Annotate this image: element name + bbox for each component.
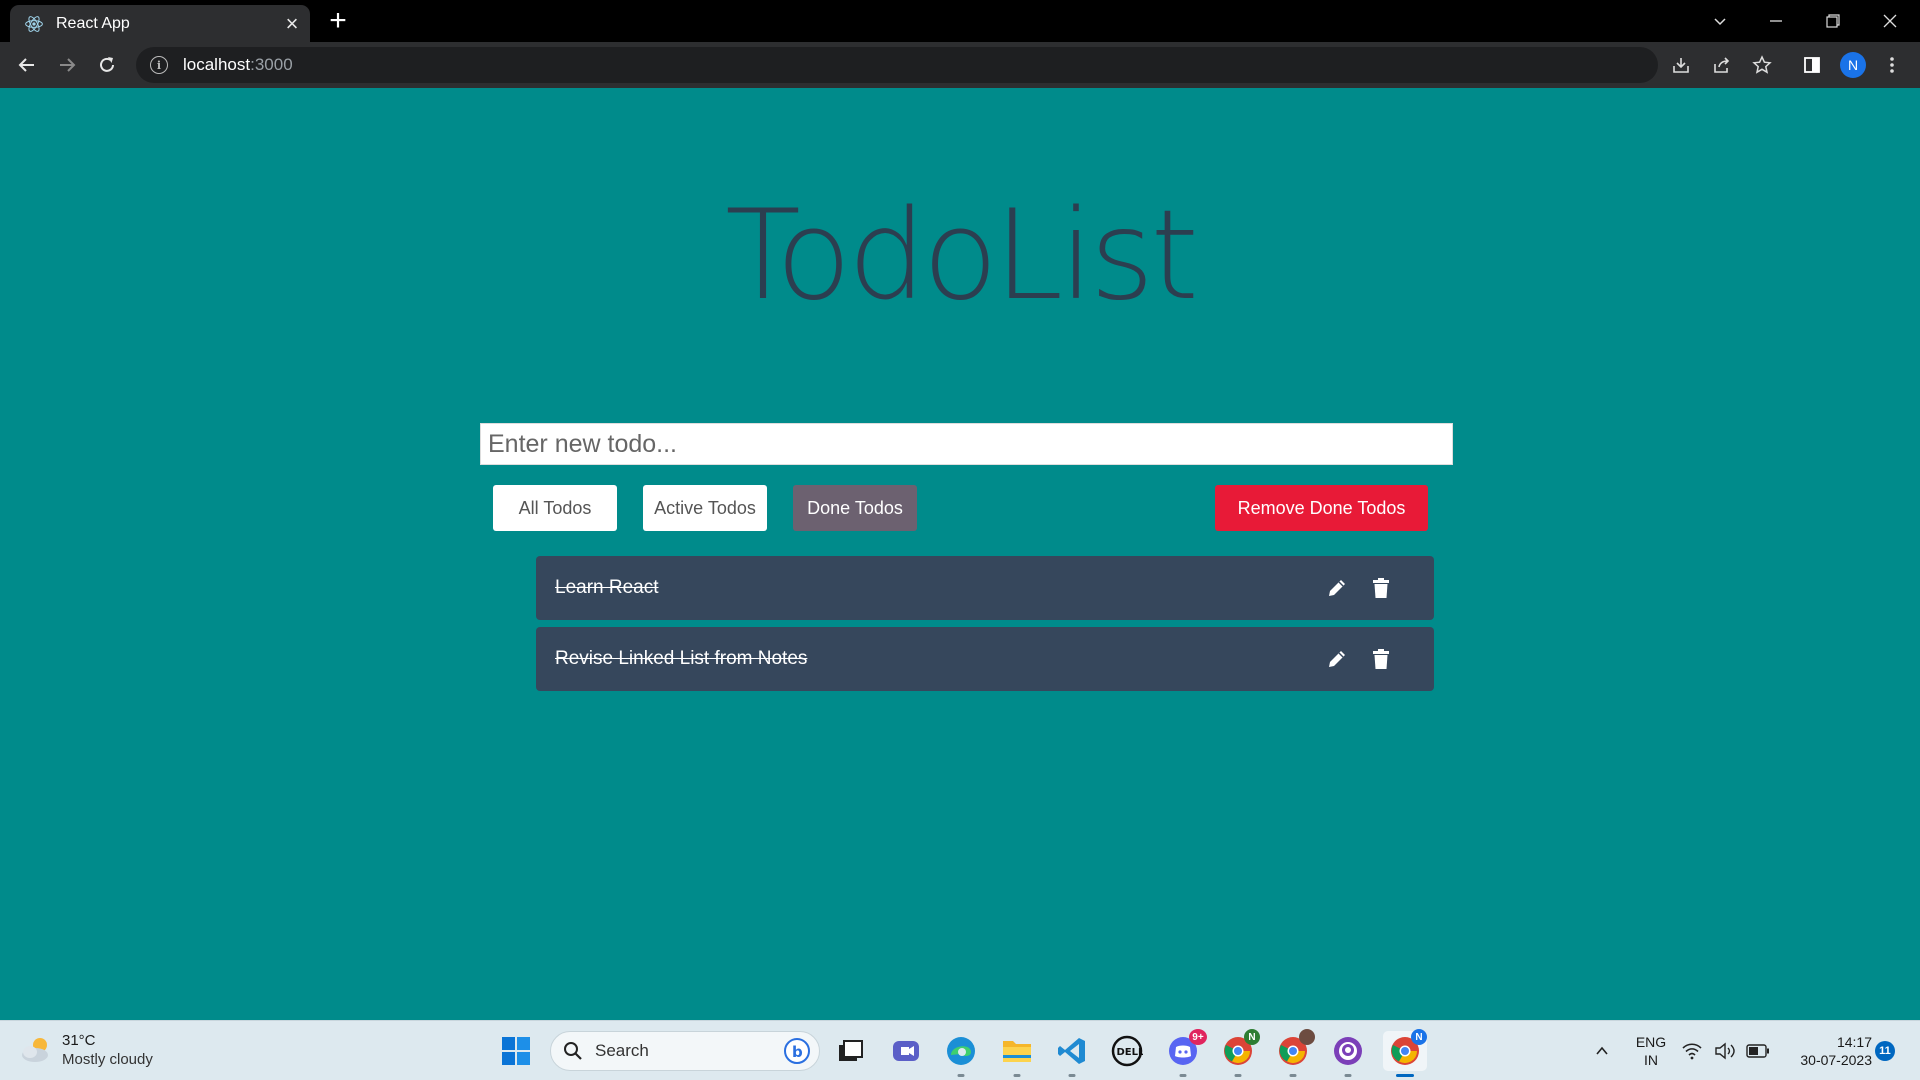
profile-avatar[interactable]: N [1840, 52, 1866, 78]
windows-start-icon[interactable] [496, 1031, 536, 1071]
browser-tabstrip: React App × + [0, 0, 1920, 42]
delete-trash-icon[interactable] [1368, 575, 1394, 601]
menu-kebab-icon[interactable] [1876, 49, 1908, 81]
file-explorer-icon[interactable] [997, 1031, 1037, 1077]
chrome-active-icon[interactable]: N [1383, 1029, 1427, 1077]
forward-arrow-icon[interactable] [51, 49, 83, 81]
taskbar-search[interactable]: Search b [550, 1031, 820, 1071]
reload-icon[interactable] [91, 49, 123, 81]
vscode-icon[interactable] [1052, 1031, 1092, 1077]
chrome-profile-icon[interactable]: N [1218, 1029, 1260, 1077]
bing-chat-icon: b [784, 1038, 810, 1064]
new-todo-input[interactable] [480, 423, 1453, 465]
new-tab-button[interactable]: + [322, 6, 354, 38]
delete-trash-icon[interactable] [1368, 646, 1394, 672]
svg-text:DELL: DELL [1117, 1047, 1144, 1058]
tab-title: React App [56, 14, 130, 32]
todo-item[interactable]: Learn React [536, 556, 1434, 620]
github-desktop-icon[interactable] [1328, 1031, 1368, 1077]
react-logo-icon [25, 15, 43, 32]
address-bar[interactable]: i localhost:3000 [136, 47, 1658, 83]
todo-text[interactable]: Learn React [555, 577, 1324, 599]
minimize-button[interactable] [1748, 0, 1804, 42]
edge-browser-icon[interactable] [941, 1031, 981, 1077]
filter-done-todos-button[interactable]: Done Todos [793, 485, 917, 531]
todo-item[interactable]: Revise Linked List from Notes [536, 627, 1434, 691]
clock[interactable]: 14:17 30-07-2023 [1780, 1033, 1872, 1069]
language-code: ENG [1635, 1034, 1667, 1050]
clock-time: 14:17 [1836, 1034, 1872, 1050]
filter-all-todos-button[interactable]: All Todos [493, 485, 617, 531]
site-info-icon[interactable]: i [150, 56, 168, 74]
search-icon [564, 1042, 582, 1060]
bookmark-star-icon[interactable] [1746, 49, 1778, 81]
tab-react-app[interactable]: React App × [10, 5, 310, 42]
side-panel-icon[interactable] [1796, 49, 1828, 81]
back-arrow-icon[interactable] [11, 49, 43, 81]
battery-icon[interactable] [1742, 1031, 1774, 1071]
remove-done-todos-button[interactable]: Remove Done Todos [1215, 485, 1428, 531]
filter-active-todos-button[interactable]: Active Todos [643, 485, 767, 531]
task-view-icon[interactable] [830, 1031, 870, 1071]
tab-close-icon[interactable]: × [278, 10, 306, 38]
language-indicator[interactable]: ENG IN [1628, 1033, 1674, 1069]
weather-widget[interactable]: 31°C Mostly cloudy [20, 1031, 153, 1069]
partly-cloudy-icon [22, 1038, 48, 1062]
url-host: localhost [183, 55, 251, 74]
share-icon[interactable] [1706, 49, 1738, 81]
close-window-button[interactable] [1862, 0, 1918, 42]
url-port: :3000 [250, 55, 293, 74]
windows-taskbar: 31°C Mostly cloudy Search b DELL 9+ N N … [0, 1020, 1920, 1080]
teams-chat-icon[interactable] [886, 1031, 926, 1071]
chrome-profile-badge: N [1411, 1029, 1427, 1045]
install-app-icon[interactable] [1665, 49, 1697, 81]
edit-pencil-icon[interactable] [1324, 646, 1350, 672]
todo-app: TodoList All Todos Active Todos Done Tod… [0, 88, 1920, 1020]
discord-icon[interactable]: 9+ [1163, 1029, 1207, 1077]
discord-badge: 9+ [1189, 1029, 1207, 1045]
wifi-icon[interactable] [1676, 1031, 1708, 1071]
chevron-up-icon[interactable] [1582, 1031, 1622, 1071]
browser-toolbar: i localhost:3000 N [0, 42, 1920, 88]
weather-temperature: 31°C [62, 1032, 96, 1049]
restore-button[interactable] [1805, 0, 1861, 42]
volume-icon[interactable] [1709, 1031, 1741, 1071]
todo-text[interactable]: Revise Linked List from Notes [555, 648, 1324, 670]
chrome-profile-icon[interactable] [1273, 1029, 1315, 1077]
svg-text:b: b [792, 1043, 803, 1061]
edit-pencil-icon[interactable] [1324, 575, 1350, 601]
search-label: Search [595, 1041, 649, 1060]
chrome-profile-badge: N [1244, 1029, 1260, 1045]
weather-condition: Mostly cloudy [62, 1051, 153, 1068]
notification-count-badge[interactable]: 11 [1875, 1041, 1895, 1061]
page-title: TodoList [725, 184, 1199, 328]
chrome-profile-avatar-badge [1299, 1029, 1315, 1045]
clock-date: 30-07-2023 [1800, 1052, 1872, 1068]
tab-search-icon[interactable] [1692, 0, 1748, 42]
language-region: IN [1644, 1052, 1658, 1068]
dell-icon[interactable]: DELL [1107, 1031, 1147, 1071]
